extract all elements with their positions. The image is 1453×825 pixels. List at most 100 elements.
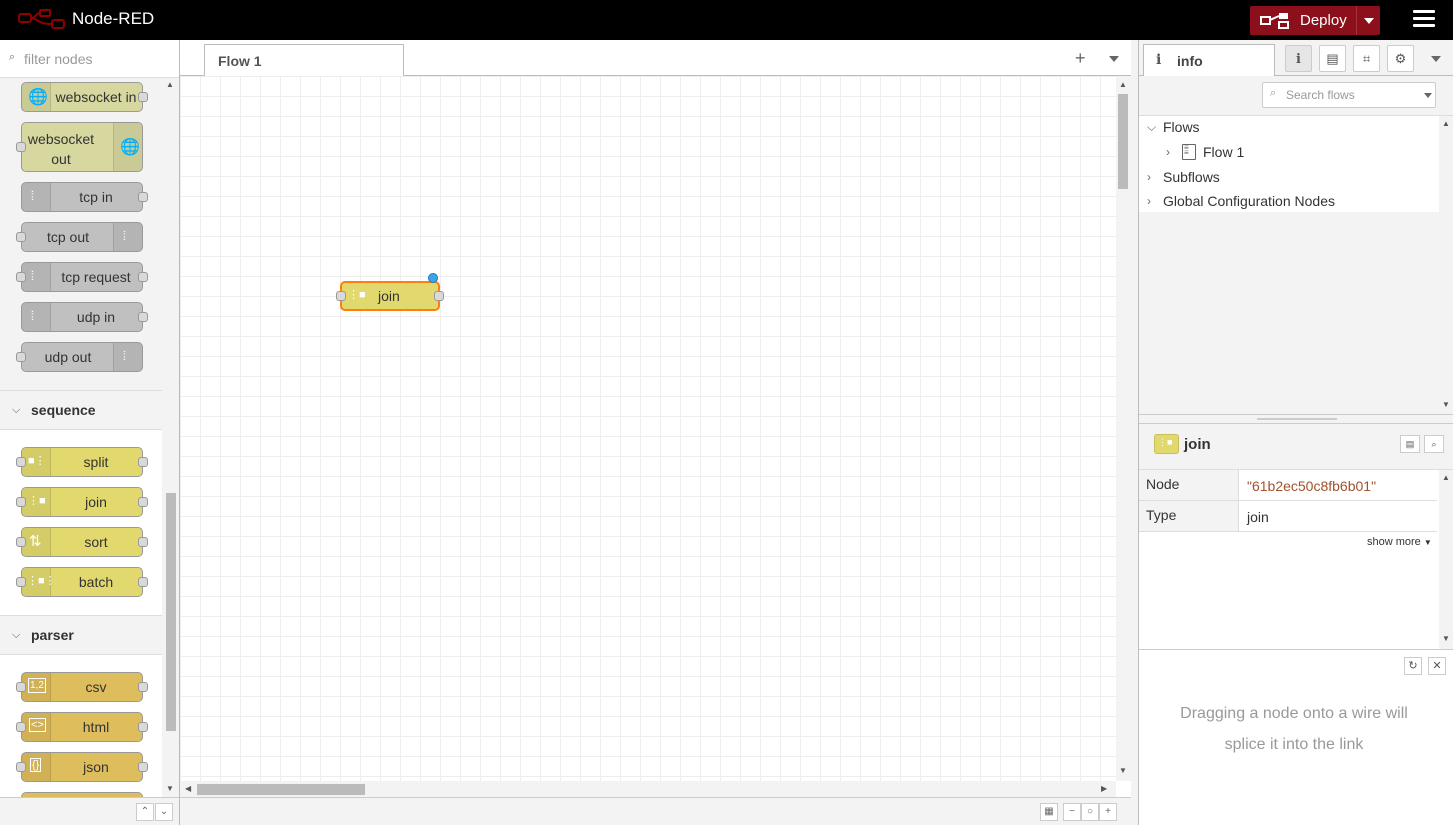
palette-category-sequence[interactable]: ⌵ sequence — [0, 390, 162, 430]
property-value[interactable]: "61b2ec50c8fb6b01" — [1247, 478, 1376, 494]
output-port[interactable] — [138, 457, 148, 467]
splitter-grip[interactable] — [1257, 418, 1337, 420]
tree-scrollbar[interactable]: ▲ ▼ — [1439, 116, 1453, 414]
palette-node-join[interactable]: ⋮■ join — [16, 487, 148, 517]
tree-item-subflows[interactable]: › Subflows — [1139, 166, 1439, 190]
flow-icon: ≡ ≡ — [1182, 144, 1196, 160]
palette-node-batch[interactable]: ⋮■⋮ batch — [16, 567, 148, 597]
palette-filter-input[interactable] — [22, 50, 172, 68]
flow-canvas[interactable]: ⋮■ join — [180, 76, 1116, 781]
output-port[interactable] — [138, 272, 148, 282]
palette-node-udp-out[interactable]: udp out ⦙ — [16, 342, 143, 372]
input-port[interactable] — [16, 457, 26, 467]
search-flows-input[interactable] — [1284, 87, 1414, 103]
sidebar-tabbar: i info i ▤ ⌗ ⚙ — [1139, 40, 1453, 77]
sidebar-separator[interactable] — [1131, 40, 1138, 825]
scroll-down-icon[interactable]: ▼ — [1119, 766, 1127, 775]
palette-node-tcp-in[interactable]: ⦙ tcp in — [21, 182, 148, 212]
input-port[interactable] — [16, 537, 26, 547]
input-port[interactable] — [16, 577, 26, 587]
scroll-left-icon[interactable]: ◀ — [185, 784, 191, 793]
palette-node-tcp-request[interactable]: ⦙ tcp request — [16, 262, 148, 292]
bridge-icon: ⦙ — [113, 223, 142, 251]
zoom-in-button[interactable]: + — [1099, 803, 1117, 821]
scroll-down-icon[interactable]: ▼ — [1442, 400, 1450, 409]
input-port[interactable] — [16, 722, 26, 732]
palette-node-udp-in[interactable]: ⦙ udp in — [21, 302, 148, 332]
zoom-out-button[interactable]: − — [1063, 803, 1081, 821]
tree-item-flows[interactable]: ⌵ Flows — [1139, 116, 1439, 140]
output-port[interactable] — [138, 537, 148, 547]
debug-tab-button[interactable]: ⌗ — [1353, 45, 1380, 72]
scroll-up-icon[interactable]: ▲ — [166, 80, 174, 89]
scroll-up-icon[interactable]: ▲ — [1442, 473, 1450, 482]
tab-flow-1[interactable]: Flow 1 — [204, 44, 404, 77]
expand-all-button[interactable]: ⌄ — [155, 803, 173, 821]
node-help-button[interactable]: ▤ — [1400, 435, 1420, 453]
palette-node-websocket-in[interactable]: 🌐 websocket in — [21, 82, 148, 112]
show-more-link[interactable]: show more ▼ — [1367, 536, 1432, 548]
add-flow-plus-icon[interactable]: + — [1075, 48, 1086, 69]
main-menu-button[interactable] — [1413, 10, 1435, 30]
output-port[interactable] — [138, 92, 148, 102]
flow-list-chevron-down-icon[interactable] — [1109, 56, 1119, 62]
navigator-button[interactable]: ▦ — [1040, 803, 1058, 821]
output-port[interactable] — [138, 722, 148, 732]
canvas-vertical-scrollbar[interactable]: ▲ ▼ — [1116, 76, 1131, 781]
input-port[interactable] — [16, 352, 26, 362]
palette-node-sort[interactable]: ⇅ sort — [16, 527, 148, 557]
canvas-hscroll-thumb[interactable] — [197, 784, 365, 795]
sidebar-splitter[interactable] — [1139, 414, 1453, 424]
palette-node-json[interactable]: {} json — [16, 752, 148, 782]
help-tab-button[interactable]: ▤ — [1319, 45, 1346, 72]
canvas-node-join[interactable]: ⋮■ join — [336, 273, 444, 311]
scroll-down-icon[interactable]: ▼ — [1442, 634, 1450, 643]
deploy-menu-caret-icon[interactable] — [1364, 18, 1374, 24]
tree-item-flow-1[interactable]: › ≡ ≡ Flow 1 — [1139, 141, 1439, 165]
input-port[interactable] — [16, 272, 26, 282]
output-port[interactable] — [138, 682, 148, 692]
palette-scroll-thumb[interactable] — [166, 493, 176, 731]
output-port[interactable] — [138, 577, 148, 587]
palette-node-websocket-out[interactable]: websocket out 🌐 — [16, 122, 143, 172]
input-port[interactable] — [16, 682, 26, 692]
input-port[interactable] — [16, 497, 26, 507]
close-tip-button[interactable]: ✕ — [1428, 657, 1446, 675]
palette-category-parser[interactable]: ⌵ parser — [0, 615, 162, 655]
palette-node-csv[interactable]: 1,2 csv — [16, 672, 148, 702]
collapse-all-button[interactable]: ⌃ — [136, 803, 154, 821]
map-icon: ▦ — [1044, 806, 1054, 817]
input-port[interactable] — [336, 291, 346, 301]
sidebar-tabs-chevron-down-icon[interactable] — [1431, 56, 1441, 62]
palette-node-tcp-out[interactable]: tcp out ⦙ — [16, 222, 143, 252]
output-port[interactable] — [138, 192, 148, 202]
output-port[interactable] — [138, 497, 148, 507]
canvas-horizontal-scrollbar[interactable]: ◀ ▶ — [180, 781, 1116, 797]
canvas-node-label: join — [378, 288, 400, 304]
tab-info[interactable]: i info — [1143, 44, 1275, 77]
search-options-chevron-down-icon[interactable] — [1424, 93, 1432, 98]
canvas-vscroll-thumb[interactable] — [1118, 94, 1128, 189]
palette-node-html[interactable]: <> html — [16, 712, 148, 742]
input-port[interactable] — [16, 142, 26, 152]
scroll-right-icon[interactable]: ▶ — [1101, 784, 1107, 793]
next-tip-button[interactable]: ↻ — [1404, 657, 1422, 675]
palette-node-split[interactable]: ■⋮ split — [16, 447, 148, 477]
output-port[interactable] — [434, 291, 444, 301]
input-port[interactable] — [16, 762, 26, 772]
info-tab-button[interactable]: i — [1285, 45, 1312, 72]
output-port[interactable] — [138, 312, 148, 322]
input-port[interactable] — [16, 232, 26, 242]
search-flows-field[interactable]: ⌕ — [1262, 82, 1436, 108]
tree-item-global-config[interactable]: › Global Configuration Nodes — [1139, 190, 1439, 214]
scroll-up-icon[interactable]: ▲ — [1119, 80, 1127, 89]
config-tab-button[interactable]: ⚙ — [1387, 45, 1414, 72]
properties-scrollbar[interactable]: ▲ ▼ — [1439, 470, 1453, 649]
output-port[interactable] — [138, 762, 148, 772]
scroll-down-icon[interactable]: ▼ — [166, 784, 174, 793]
palette-scrollbar[interactable]: ▲ ▼ — [163, 78, 179, 798]
node-reveal-button[interactable]: ⌕ — [1424, 435, 1444, 453]
zoom-reset-button[interactable]: ○ — [1081, 803, 1099, 821]
scroll-up-icon[interactable]: ▲ — [1442, 119, 1450, 128]
deploy-button[interactable]: Deploy — [1250, 6, 1380, 35]
